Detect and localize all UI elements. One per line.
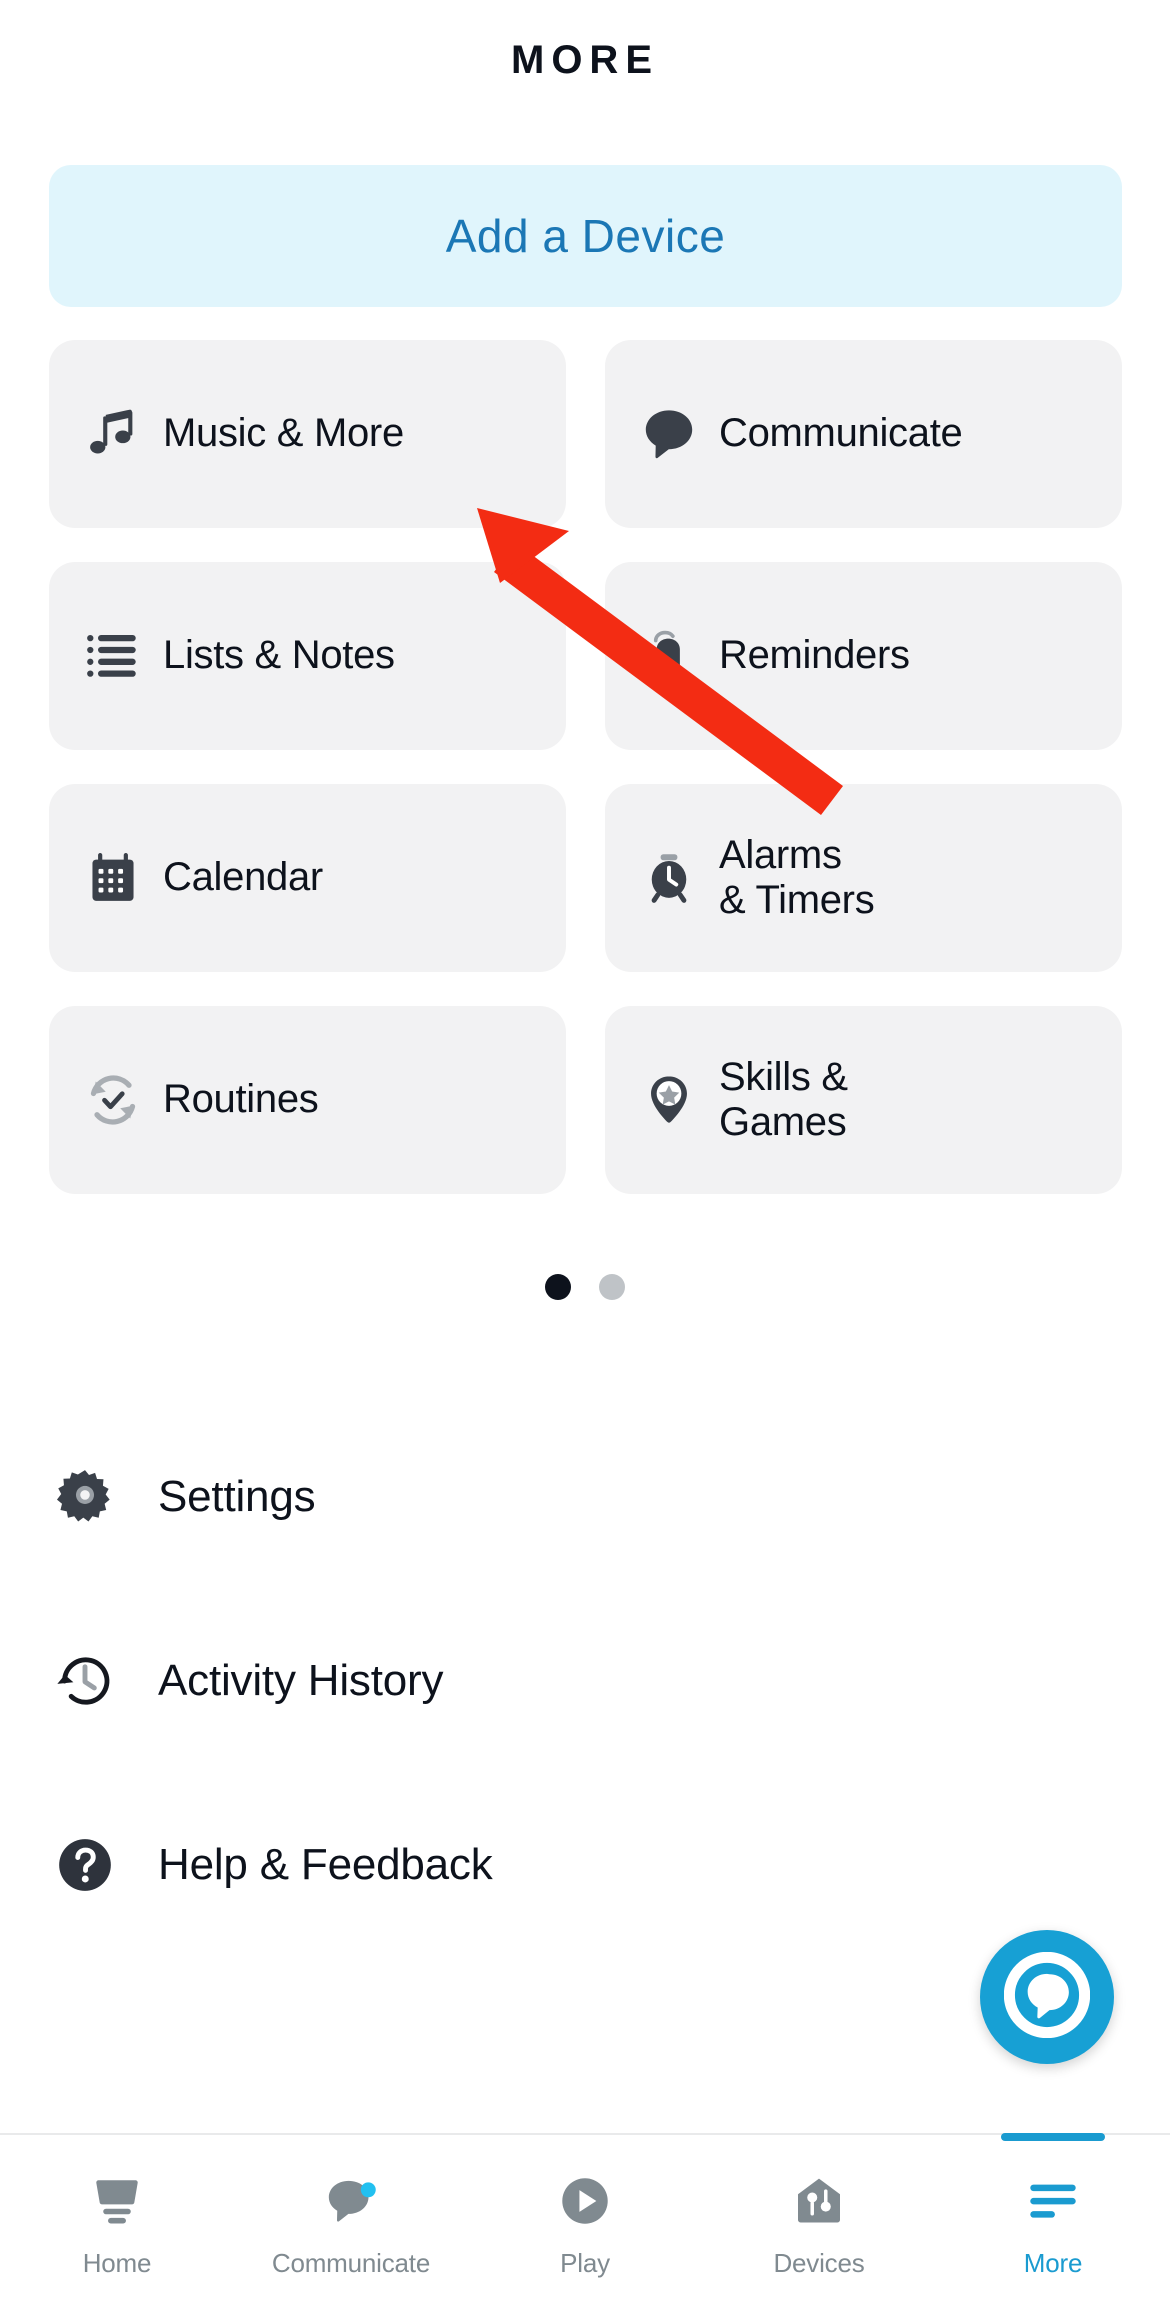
bottom-navigation: Home Communicate Play Devices More — [0, 2133, 1170, 2303]
page-title: MORE — [511, 38, 659, 82]
tile-label: Routines — [163, 1077, 319, 1122]
add-a-device-button[interactable]: Add a Device — [49, 165, 1122, 307]
add-a-device-label: Add a Device — [445, 210, 726, 262]
alexa-voice-button[interactable] — [980, 1930, 1114, 2064]
nav-item-home[interactable]: Home — [0, 2135, 234, 2303]
music-note-icon — [77, 398, 149, 470]
shortcut-tile-grid: Music & More Communicate Lists & Notes R… — [49, 340, 1122, 1194]
tile-label: Lists & Notes — [163, 633, 395, 678]
home-icon — [88, 2166, 146, 2236]
menu-item-label: Settings — [158, 1472, 316, 1521]
gear-icon — [52, 1464, 118, 1530]
tile-label: Communicate — [719, 411, 963, 456]
nav-item-label: Home — [82, 2247, 152, 2278]
question-mark-icon — [52, 1832, 118, 1898]
menu-item-label: Help & Feedback — [158, 1840, 493, 1889]
menu-item-help-and-feedback[interactable]: Help & Feedback — [52, 1773, 1112, 1957]
clock-history-icon — [52, 1648, 118, 1714]
more-screen: MORE Add a Device Music & More Communica… — [0, 0, 1170, 2303]
refresh-check-icon — [77, 1064, 149, 1136]
tile-music-and-more[interactable]: Music & More — [49, 340, 566, 528]
tile-communicate[interactable]: Communicate — [605, 340, 1122, 528]
tile-label: Reminders — [719, 633, 910, 678]
tile-label: Music & More — [163, 411, 404, 456]
tile-routines[interactable]: Routines — [49, 1006, 566, 1194]
menu-item-label: Activity History — [158, 1656, 444, 1705]
active-tab-indicator — [1001, 2133, 1105, 2141]
nav-item-label: More — [1023, 2247, 1083, 2278]
menu-item-settings[interactable]: Settings — [52, 1405, 1112, 1589]
tile-lists-and-notes[interactable]: Lists & Notes — [49, 562, 566, 750]
settings-menu-list: Settings Activity History Help & Feedbac… — [52, 1405, 1112, 1957]
speech-bubble-icon — [323, 2166, 379, 2236]
nav-item-label: Devices — [773, 2247, 865, 2278]
nav-item-label: Communicate — [271, 2247, 431, 2278]
finger-string-icon — [633, 620, 705, 692]
carousel-pagination — [0, 1274, 1170, 1300]
play-circle-icon — [556, 2166, 614, 2236]
tile-label: Skills & Games — [719, 1054, 848, 1144]
tile-reminders[interactable]: Reminders — [605, 562, 1122, 750]
pagination-dot-2[interactable] — [599, 1274, 625, 1300]
tile-label: Calendar — [163, 855, 323, 900]
nav-item-communicate[interactable]: Communicate — [234, 2135, 468, 2303]
map-pin-star-icon — [633, 1064, 705, 1136]
speech-bubble-icon — [633, 398, 705, 470]
pagination-dot-1[interactable] — [545, 1274, 571, 1300]
tile-skills-and-games[interactable]: Skills & Games — [605, 1006, 1122, 1194]
nav-item-more[interactable]: More — [936, 2133, 1170, 2303]
calendar-icon — [77, 842, 149, 914]
tile-label: Alarms & Timers — [719, 832, 875, 922]
tile-calendar[interactable]: Calendar — [49, 784, 566, 972]
tile-alarms-and-timers[interactable]: Alarms & Timers — [605, 784, 1122, 972]
bulleted-list-icon — [77, 620, 149, 692]
nav-item-label: Play — [560, 2247, 610, 2278]
alarm-clock-icon — [633, 842, 705, 914]
devices-house-icon — [791, 2166, 847, 2236]
nav-item-devices[interactable]: Devices — [702, 2135, 936, 2303]
nav-item-play[interactable]: Play — [468, 2135, 702, 2303]
hamburger-icon — [1024, 2166, 1082, 2236]
alexa-orb-icon — [1003, 1951, 1091, 2043]
menu-item-activity-history[interactable]: Activity History — [52, 1589, 1112, 1773]
